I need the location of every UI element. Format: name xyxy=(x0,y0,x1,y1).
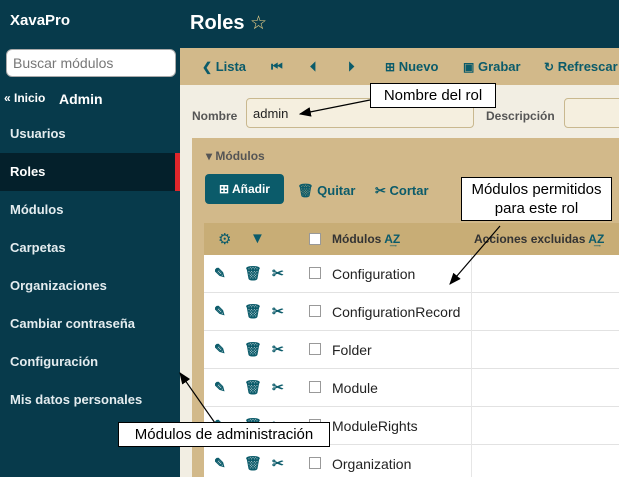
column-header-excluded-actions[interactable]: Acciones excluidas A͢Z xyxy=(474,232,604,246)
name-label: Nombre xyxy=(192,109,238,123)
edit-icon[interactable]: ✎ xyxy=(214,341,226,358)
sort-az-icon: A͢Z xyxy=(384,232,401,246)
column-divider xyxy=(471,369,472,407)
description-label: Descripción xyxy=(486,109,555,123)
table-row: ✎ 🗑 ✂ ConfigurationRecord xyxy=(204,293,619,331)
edit-icon[interactable]: ✎ xyxy=(214,303,226,320)
row-checkbox[interactable] xyxy=(309,457,321,469)
module-name: ConfigurationRecord xyxy=(332,304,461,320)
description-field[interactable] xyxy=(564,98,619,128)
sidebar-item-carpetas[interactable]: Carpetas xyxy=(0,229,180,267)
trash-icon[interactable]: 🗑 xyxy=(244,455,262,472)
trash-icon[interactable]: 🗑 xyxy=(244,303,262,320)
breadcrumb-home-link[interactable]: « Inicio xyxy=(4,91,45,105)
scissors-icon[interactable]: ✂ xyxy=(272,379,284,396)
callout-admin-modules: Módulos de administración xyxy=(118,422,330,447)
column-divider xyxy=(471,293,472,331)
sidebar-item-usuarios[interactable]: Usuarios xyxy=(0,115,180,153)
module-name: Configuration xyxy=(332,266,416,282)
page-title: Roles xyxy=(190,12,245,34)
column-divider xyxy=(471,445,472,477)
callout-allowed-modules: Módulos permitidos para este rol xyxy=(461,177,612,221)
refresh-button[interactable]: ↻ Refrescar xyxy=(544,59,618,74)
table-row: ✎ 🗑 ✂ Module xyxy=(204,369,619,407)
table-row: ✎ 🗑 ✂ Organization xyxy=(204,445,619,477)
add-module-button[interactable]: ⊞ Añadir xyxy=(205,174,284,204)
module-name: ModuleRights xyxy=(332,418,418,434)
save-button[interactable]: ▣ Grabar xyxy=(463,59,521,74)
column-divider xyxy=(471,255,472,293)
edit-icon[interactable]: ✎ xyxy=(214,455,226,472)
scissors-icon[interactable]: ✂ xyxy=(272,455,284,472)
trash-icon[interactable]: 🗑 xyxy=(244,265,262,282)
sidebar-menu: Usuarios Roles Módulos Carpetas Organiza… xyxy=(0,115,180,419)
sort-az-icon: A͢Z xyxy=(588,232,605,246)
list-button[interactable]: ❮ Lista xyxy=(202,59,246,74)
scissors-icon[interactable]: ✂ xyxy=(272,265,284,282)
main-area: Roles ☆ ❮ Lista ⏮ ⏴ ⏵ ⊞ Nuevo ▣ Grabar ↻… xyxy=(180,0,619,477)
new-button[interactable]: ⊞ Nuevo xyxy=(385,59,438,74)
scissors-icon[interactable]: ✂ xyxy=(272,303,284,320)
trash-icon[interactable]: 🗑 xyxy=(244,341,262,358)
cut-module-button[interactable]: ✂ Cortar xyxy=(375,183,429,199)
table-row: ✎ 🗑 ✂ Configuration xyxy=(204,255,619,293)
edit-icon[interactable]: ✎ xyxy=(214,379,226,396)
sidebar-item-modulos[interactable]: Módulos xyxy=(0,191,180,229)
module-search-input[interactable] xyxy=(6,49,176,77)
modules-table-header: ⚙ ▼ Módulos A͢Z Acciones excluidas A͢Z xyxy=(204,223,619,255)
edit-icon[interactable]: ✎ xyxy=(214,265,226,282)
remove-module-button[interactable]: 🗑 Quitar xyxy=(297,183,355,199)
star-outline-icon[interactable]: ☆ xyxy=(250,12,267,35)
module-name: Folder xyxy=(332,342,372,358)
toolbar: ❮ Lista ⏮ ⏴ ⏵ ⊞ Nuevo ▣ Grabar ↻ Refresc… xyxy=(180,48,619,85)
add-list-icon: ⊞ xyxy=(219,182,230,196)
column-divider xyxy=(471,407,472,445)
row-checkbox[interactable] xyxy=(309,305,321,317)
chevron-left-icon: ❮ xyxy=(202,60,213,74)
trash-icon: 🗑 xyxy=(297,183,314,198)
sidebar: XavaPro « Inicio Admin Usuarios Roles Mó… xyxy=(0,0,180,477)
sidebar-item-configuracion[interactable]: Configuración xyxy=(0,343,180,381)
sidebar-item-organizaciones[interactable]: Organizaciones xyxy=(0,267,180,305)
app-brand: XavaPro xyxy=(10,12,71,29)
module-name: Organization xyxy=(332,456,412,472)
previous-record-icon[interactable]: ⏴ xyxy=(310,59,317,75)
callout-role-name: Nombre del rol xyxy=(370,83,496,108)
caret-down-icon: ▾ xyxy=(206,149,213,163)
trash-icon[interactable]: 🗑 xyxy=(244,379,262,396)
page-header: Roles ☆ xyxy=(180,0,619,48)
modules-collapse-toggle[interactable]: ▾ Módulos xyxy=(206,149,265,163)
floppy-icon: ▣ xyxy=(463,60,475,74)
refresh-icon: ↻ xyxy=(544,60,555,74)
row-checkbox[interactable] xyxy=(309,343,321,355)
column-header-modules[interactable]: Módulos A͢Z xyxy=(332,232,400,246)
select-all-checkbox[interactable] xyxy=(309,233,321,245)
filter-icon[interactable]: ▼ xyxy=(250,230,265,247)
gear-icon[interactable]: ⚙ xyxy=(218,230,231,248)
plus-box-icon: ⊞ xyxy=(385,60,396,74)
first-record-icon[interactable]: ⏮ xyxy=(271,59,283,75)
module-name: Module xyxy=(332,380,378,396)
scissors-icon[interactable]: ✂ xyxy=(272,341,284,358)
scissors-icon: ✂ xyxy=(375,183,386,198)
sidebar-item-roles[interactable]: Roles xyxy=(0,153,180,191)
sidebar-item-cambiar-contrasena[interactable]: Cambiar contraseña xyxy=(0,305,180,343)
breadcrumb-current: Admin xyxy=(59,91,103,107)
row-checkbox[interactable] xyxy=(309,267,321,279)
next-record-icon[interactable]: ⏵ xyxy=(348,59,355,75)
sidebar-item-mis-datos[interactable]: Mis datos personales xyxy=(0,381,180,419)
column-divider xyxy=(471,331,472,369)
table-row: ✎ 🗑 ✂ Folder xyxy=(204,331,619,369)
row-checkbox[interactable] xyxy=(309,381,321,393)
